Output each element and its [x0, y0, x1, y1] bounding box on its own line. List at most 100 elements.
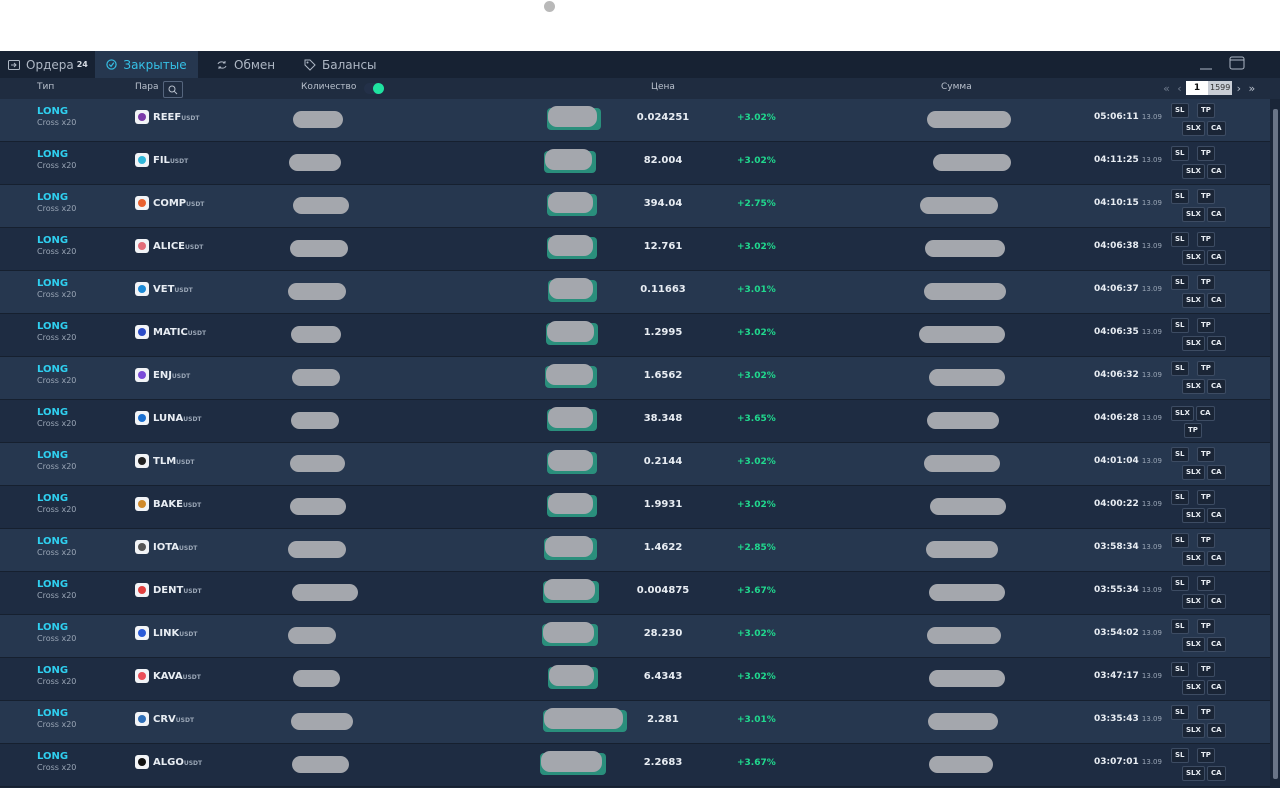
sl-button[interactable]: SL	[1171, 447, 1189, 462]
ca-button[interactable]: CA	[1207, 379, 1226, 394]
table-row[interactable]: LONG Cross x20 LINKUSDT 28.230 +3.02% 03:54:0…	[0, 615, 1270, 658]
sl-button[interactable]: SL	[1171, 619, 1189, 634]
side-label: LONG	[37, 665, 69, 676]
redacted-amount	[919, 326, 1005, 343]
pair-cell: KAVAUSDT	[135, 669, 201, 683]
ca-button[interactable]: CA	[1207, 121, 1226, 136]
tp-button[interactable]: TP	[1197, 662, 1215, 677]
ca-button[interactable]: CA	[1207, 637, 1226, 652]
ca-button[interactable]: CA	[1207, 680, 1226, 695]
sl-button[interactable]: SL	[1171, 533, 1189, 548]
ca-button[interactable]: CA	[1207, 336, 1226, 351]
table-row[interactable]: LONG Cross x20 ALICEUSDT 12.761 +3.02% 04:06:…	[0, 228, 1270, 271]
sl-button[interactable]: SL	[1171, 705, 1189, 720]
slx-button[interactable]: SLX	[1171, 406, 1194, 421]
table-row[interactable]: LONG Cross x20 CRVUSDT 2.281 +3.01% 03:35:43 …	[0, 701, 1270, 744]
slx-button[interactable]: SLX	[1182, 723, 1205, 738]
ca-button[interactable]: CA	[1207, 250, 1226, 265]
slx-button[interactable]: SLX	[1182, 207, 1205, 222]
next-page-button[interactable]: ›	[1232, 82, 1245, 95]
slx-button[interactable]: SLX	[1182, 465, 1205, 480]
table-row[interactable]: LONG Cross x20 IOTAUSDT 1.4622 +2.85% 03:58:3…	[0, 529, 1270, 572]
ca-button[interactable]: CA	[1207, 293, 1226, 308]
scrollbar-thumb[interactable]	[1273, 109, 1278, 779]
ca-button[interactable]: CA	[1207, 465, 1226, 480]
table-row[interactable]: LONG Cross x20 DENTUSDT 0.004875 +3.67% 03:55…	[0, 572, 1270, 615]
tp-button[interactable]: TP	[1197, 146, 1215, 161]
maximize-button[interactable]	[1229, 51, 1245, 78]
ca-button[interactable]: CA	[1207, 594, 1226, 609]
tab-orders[interactable]: Ордера 24	[0, 51, 96, 78]
table-row[interactable]: LONG Cross x20 TLMUSDT 0.2144 +3.02% 04:01:04…	[0, 443, 1270, 486]
sl-button[interactable]: SL	[1171, 748, 1189, 763]
sl-button[interactable]: SL	[1171, 232, 1189, 247]
ca-button[interactable]: CA	[1196, 406, 1215, 421]
quantity-toggle[interactable]	[364, 83, 384, 94]
tp-button[interactable]: TP	[1197, 232, 1215, 247]
scrollbar[interactable]	[1270, 99, 1280, 788]
ca-button[interactable]: CA	[1207, 723, 1226, 738]
tp-button[interactable]: TP	[1197, 748, 1215, 763]
pair-symbol: IOTAUSDT	[153, 542, 197, 553]
table-row[interactable]: LONG Cross x20 LUNAUSDT 38.348 +3.65% 04:06:2…	[0, 400, 1270, 443]
slx-button[interactable]: SLX	[1182, 250, 1205, 265]
tp-button[interactable]: TP	[1184, 423, 1202, 438]
ca-button[interactable]: CA	[1207, 207, 1226, 222]
tp-button[interactable]: TP	[1197, 318, 1215, 333]
slx-button[interactable]: SLX	[1182, 508, 1205, 523]
tp-button[interactable]: TP	[1197, 361, 1215, 376]
table-row[interactable]: LONG Cross x20 MATICUSDT 1.2995 +3.02% 04:06:…	[0, 314, 1270, 357]
table-row[interactable]: LONG Cross x20 REEFUSDT 0.024251 +3.02% 05:06…	[0, 99, 1270, 142]
pair-base: VET	[153, 283, 175, 295]
table-row[interactable]: LONG Cross x20 FILUSDT 82.004 +3.02% 04:11:25…	[0, 142, 1270, 185]
first-page-button[interactable]: «	[1160, 82, 1173, 95]
ca-button[interactable]: CA	[1207, 508, 1226, 523]
slx-button[interactable]: SLX	[1182, 637, 1205, 652]
trade-type: LONG Cross x20	[37, 321, 76, 343]
table-row[interactable]: LONG Cross x20 BAKEUSDT 1.9931 +3.02% 04:00:2…	[0, 486, 1270, 529]
sl-button[interactable]: SL	[1171, 103, 1189, 118]
tp-button[interactable]: TP	[1197, 103, 1215, 118]
tab-exchange[interactable]: Обмен	[216, 51, 275, 78]
tab-balances[interactable]: Балансы	[304, 51, 377, 78]
slx-button[interactable]: SLX	[1182, 121, 1205, 136]
sl-button[interactable]: SL	[1171, 275, 1189, 290]
table-row[interactable]: LONG Cross x20 KAVAUSDT 6.4343 +3.02% 03:47:1…	[0, 658, 1270, 701]
tp-button[interactable]: TP	[1197, 619, 1215, 634]
tp-button[interactable]: TP	[1197, 705, 1215, 720]
table-row[interactable]: LONG Cross x20 VETUSDT 0.11663 +3.01% 04:06:3…	[0, 271, 1270, 314]
sl-button[interactable]: SL	[1171, 576, 1189, 591]
prev-page-button[interactable]: ‹	[1173, 82, 1186, 95]
ca-button[interactable]: CA	[1207, 766, 1226, 781]
current-page-input[interactable]: 1	[1186, 81, 1208, 95]
slx-button[interactable]: SLX	[1182, 594, 1205, 609]
tp-button[interactable]: TP	[1197, 189, 1215, 204]
slx-button[interactable]: SLX	[1182, 680, 1205, 695]
sl-button[interactable]: SL	[1171, 318, 1189, 333]
table-row[interactable]: LONG Cross x20 ENJUSDT 1.6562 +3.02% 04:06:32…	[0, 357, 1270, 400]
sl-button[interactable]: SL	[1171, 490, 1189, 505]
slx-button[interactable]: SLX	[1182, 551, 1205, 566]
tp-button[interactable]: TP	[1197, 275, 1215, 290]
slx-button[interactable]: SLX	[1182, 379, 1205, 394]
tp-button[interactable]: TP	[1197, 490, 1215, 505]
tp-button[interactable]: TP	[1197, 533, 1215, 548]
tab-closed[interactable]: Закрытые	[95, 51, 198, 78]
pair-search-button[interactable]	[163, 81, 183, 98]
table-row[interactable]: LONG Cross x20 ALGOUSDT 2.2683 +3.67% 03:07:0…	[0, 744, 1270, 787]
sl-button[interactable]: SL	[1171, 146, 1189, 161]
tp-button[interactable]: TP	[1197, 447, 1215, 462]
tp-button[interactable]: TP	[1197, 576, 1215, 591]
minimize-button[interactable]	[1199, 51, 1213, 78]
slx-button[interactable]: SLX	[1182, 164, 1205, 179]
sl-button[interactable]: SL	[1171, 662, 1189, 677]
slx-button[interactable]: SLX	[1182, 336, 1205, 351]
slx-button[interactable]: SLX	[1182, 293, 1205, 308]
last-page-button[interactable]: »	[1245, 82, 1258, 95]
ca-button[interactable]: CA	[1207, 164, 1226, 179]
ca-button[interactable]: CA	[1207, 551, 1226, 566]
slx-button[interactable]: SLX	[1182, 766, 1205, 781]
sl-button[interactable]: SL	[1171, 189, 1189, 204]
table-row[interactable]: LONG Cross x20 COMPUSDT 394.04 +2.75% 04:10:1…	[0, 185, 1270, 228]
sl-button[interactable]: SL	[1171, 361, 1189, 376]
